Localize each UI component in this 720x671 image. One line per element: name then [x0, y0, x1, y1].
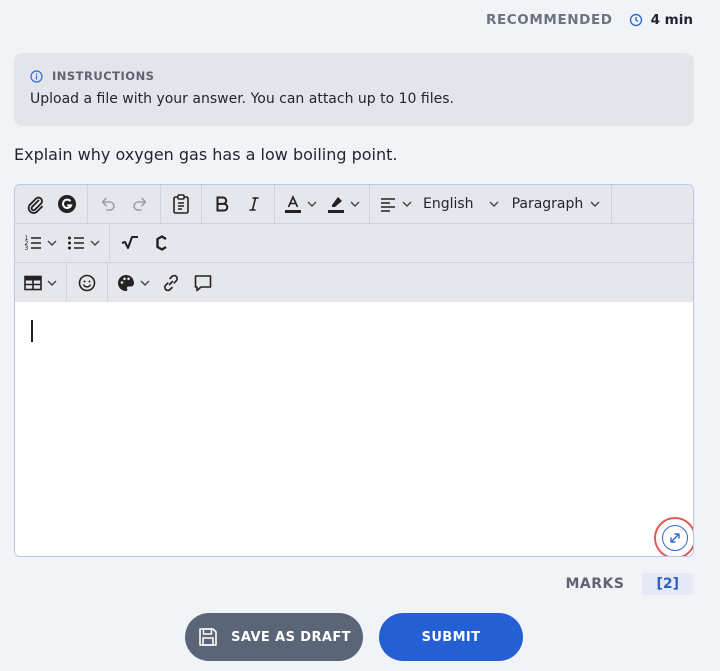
attach-icon[interactable]: [19, 188, 51, 220]
toolbar-row-2: 123: [15, 224, 693, 263]
language-value: English: [423, 196, 474, 212]
instructions-title: INSTRUCTIONS: [52, 69, 155, 83]
expand-icon: [662, 525, 688, 551]
block-format-value: Paragraph: [511, 196, 584, 212]
comment-icon[interactable]: [187, 267, 219, 299]
recommended-time-value: 4 min: [650, 12, 693, 28]
text-caret: [31, 320, 33, 342]
chevron-down-icon: [488, 198, 500, 210]
language-select[interactable]: English: [417, 196, 506, 212]
rich-text-editor: English Paragraph 123: [14, 184, 694, 557]
marks-value: [2]: [642, 573, 693, 595]
paste-icon[interactable]: [165, 188, 197, 220]
redo-icon[interactable]: [124, 188, 156, 220]
save-as-draft-label: SAVE AS DRAFT: [231, 629, 351, 645]
emoji-icon[interactable]: [71, 267, 103, 299]
submit-label: SUBMIT: [421, 629, 481, 645]
undo-icon[interactable]: [92, 188, 124, 220]
math-icon[interactable]: [114, 227, 146, 259]
expand-editor-button[interactable]: [654, 517, 693, 556]
block-format-select[interactable]: Paragraph: [506, 196, 608, 212]
recommended-label: RECOMMENDED: [485, 12, 613, 28]
bulleted-list-icon[interactable]: [62, 227, 105, 259]
toolbar-row-3: [15, 263, 693, 302]
save-as-draft-button[interactable]: SAVE AS DRAFT: [185, 613, 363, 661]
table-icon[interactable]: [19, 267, 62, 299]
instructions-text: Upload a file with your answer. You can …: [30, 91, 454, 107]
chevron-down-icon: [589, 198, 601, 210]
highlight-icon[interactable]: [322, 188, 365, 220]
link-icon[interactable]: [155, 267, 187, 299]
svg-text:3: 3: [25, 245, 29, 252]
align-icon[interactable]: [374, 188, 417, 220]
save-icon: [197, 626, 219, 648]
font-color-icon[interactable]: [279, 188, 322, 220]
grammarly-icon[interactable]: [51, 188, 83, 220]
question-text: Explain why oxygen gas has a low boiling…: [14, 145, 398, 164]
recommended-time: RECOMMENDED 4 min: [486, 12, 693, 28]
chemistry-icon[interactable]: [146, 227, 178, 259]
marks-label: MARKS: [565, 576, 625, 592]
clock-icon: [629, 13, 643, 27]
submit-button[interactable]: SUBMIT: [379, 613, 523, 661]
marks-indicator: MARKS [2]: [565, 573, 693, 595]
info-icon: [30, 69, 43, 83]
instructions-panel: INSTRUCTIONS Upload a file with your ans…: [14, 53, 694, 126]
palette-icon[interactable]: [112, 267, 155, 299]
italic-icon[interactable]: [238, 188, 270, 220]
numbered-list-icon[interactable]: 123: [19, 227, 62, 259]
bold-icon[interactable]: [206, 188, 238, 220]
editor-content-area[interactable]: [15, 302, 693, 556]
toolbar-row-1: English Paragraph: [15, 185, 693, 224]
